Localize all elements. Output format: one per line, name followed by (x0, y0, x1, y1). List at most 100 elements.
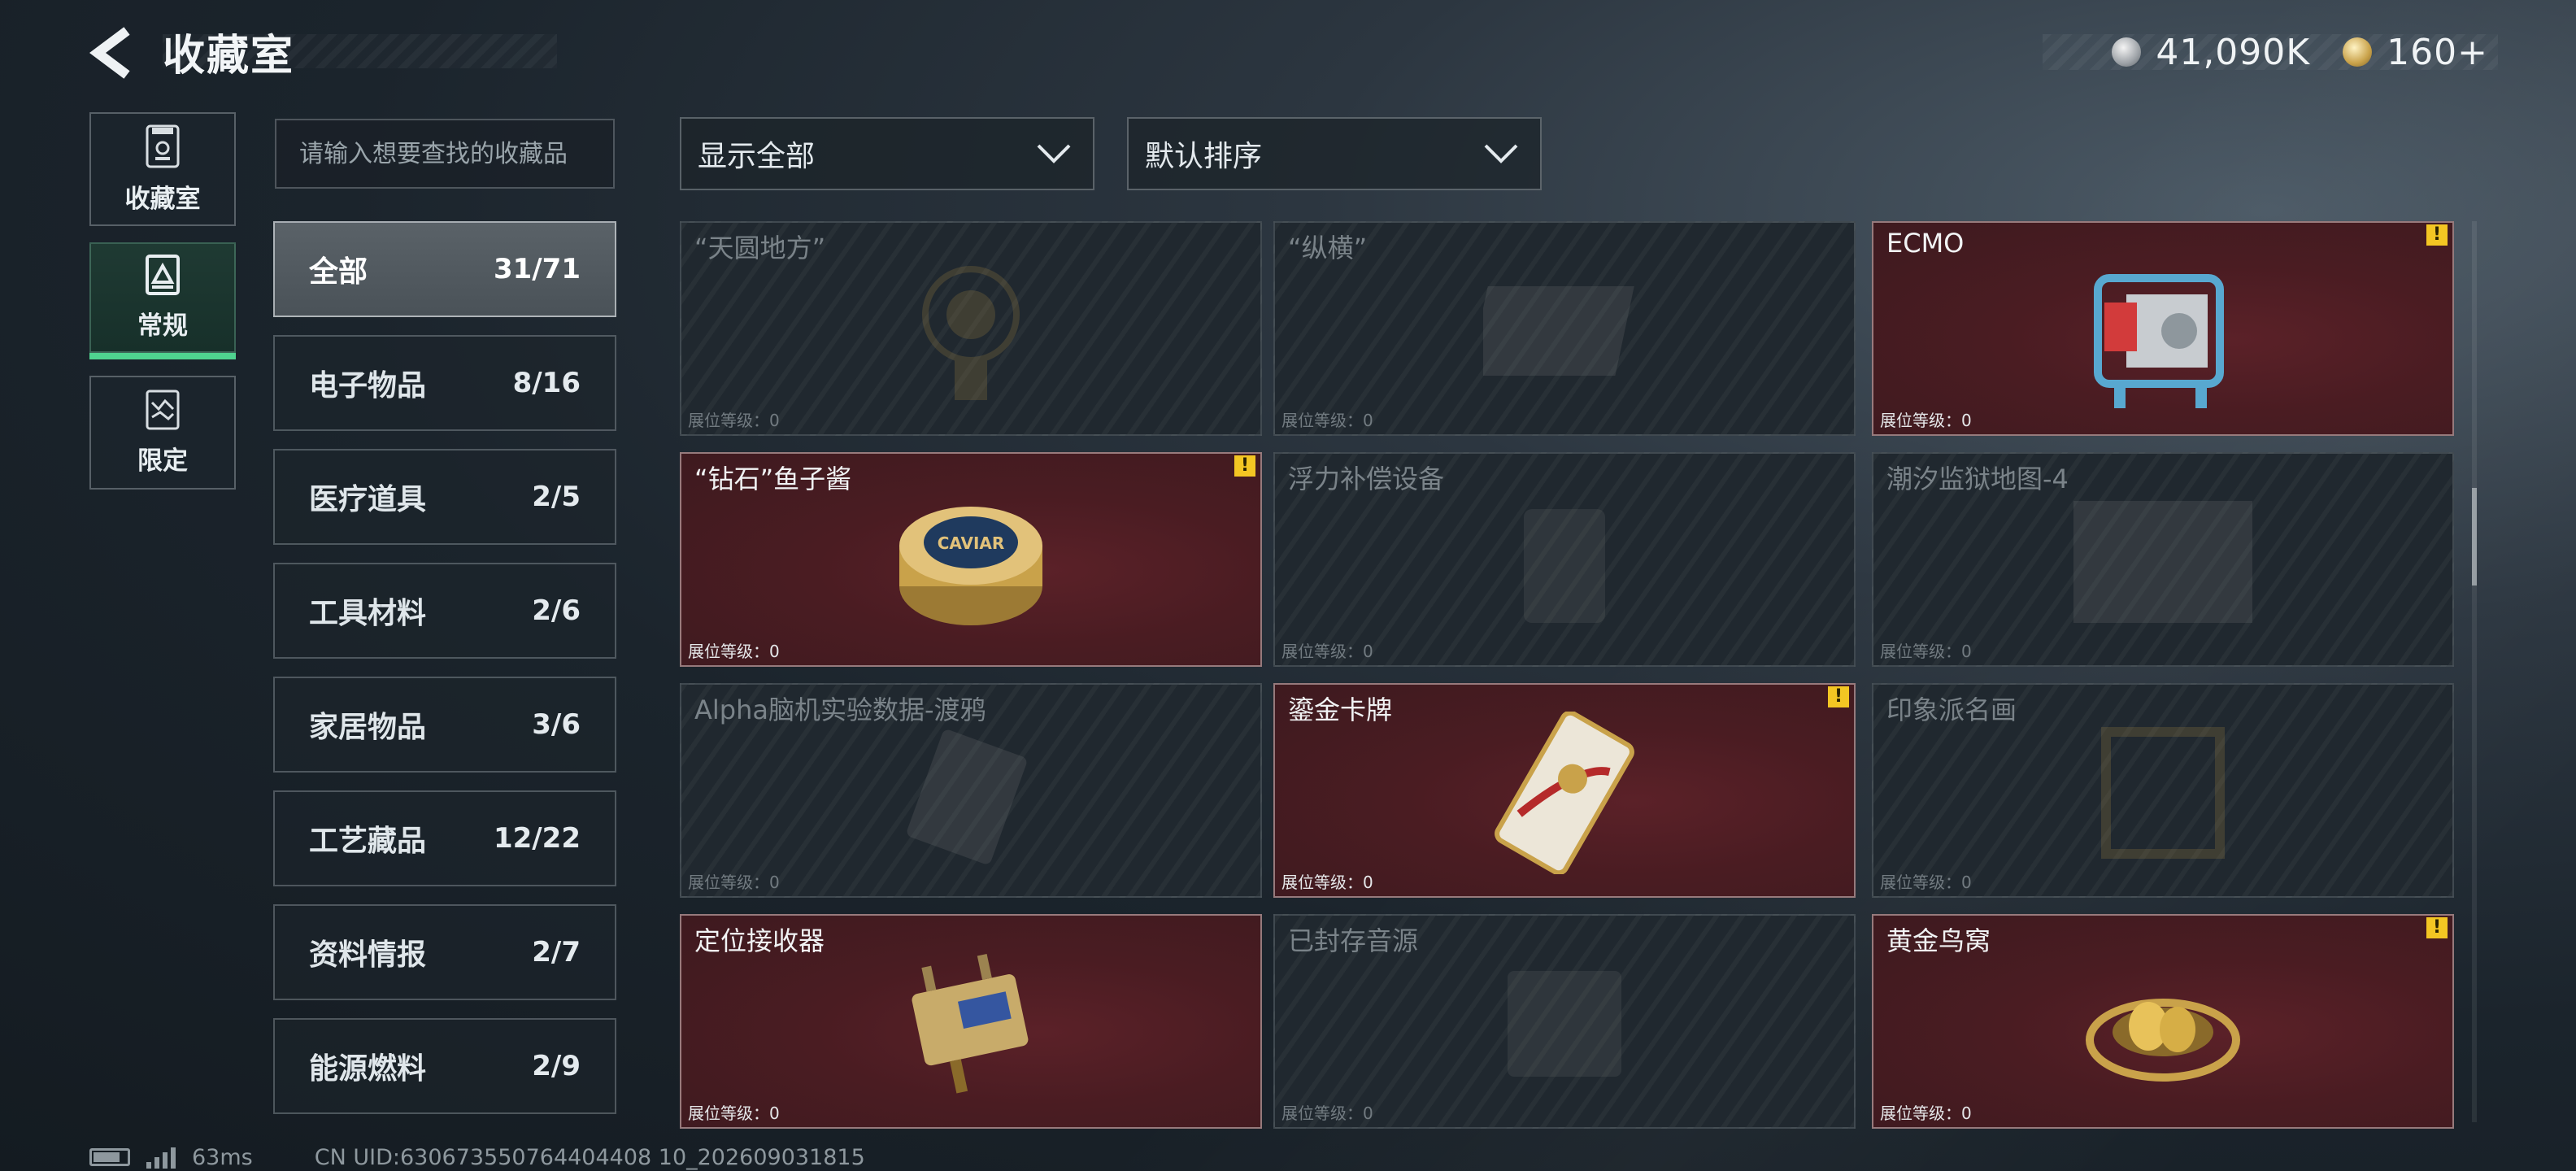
collection-item-card[interactable]: 印象派名画展位等级：0 (1872, 683, 2454, 898)
side-nav-label: 常规 (137, 311, 188, 341)
category-name: 能源燃料 (309, 1052, 427, 1086)
alert-badge-icon: ! (2426, 917, 2448, 938)
category-count: 3/6 (532, 708, 581, 741)
item-name: Alpha脑机实验数据-渡鸦 (694, 694, 986, 725)
category-name: 医疗道具 (309, 483, 427, 516)
collection-item-card[interactable]: 潮汐监狱地图-4 展位等级：0 (1872, 452, 2454, 667)
search-input[interactable] (275, 119, 615, 189)
category-count: 2/6 (532, 594, 581, 627)
item-display-level: 展位等级：0 (1281, 411, 1373, 430)
item-name: 印象派名画 (1886, 694, 2017, 725)
item-name: ECMO (1886, 228, 1965, 259)
side-nav-collection-room[interactable]: 收藏室 (89, 112, 236, 226)
item-name: 定位接收器 (694, 925, 825, 956)
category-household[interactable]: 家居物品 3/6 (273, 677, 616, 773)
item-display-level: 展位等级：0 (688, 411, 780, 430)
regular-card-icon (146, 254, 180, 295)
category-count: 31/71 (493, 253, 581, 285)
nest-item-image (2082, 955, 2244, 1096)
dropdown-value: 默认排序 (1145, 140, 1263, 173)
status-footer: 63ms CN UID:630673550764404408 10_202609… (89, 1143, 865, 1171)
ping-value: 63ms (192, 1144, 253, 1170)
category-medical[interactable]: 医疗道具 2/5 (273, 449, 616, 545)
scrollbar-track[interactable] (2472, 221, 2477, 1122)
item-name: “天圆地方” (694, 233, 826, 263)
board-item-image (1469, 270, 1646, 395)
chevron-down-icon (1037, 144, 1071, 163)
alert-badge-icon: ! (1234, 455, 1255, 477)
category-electronics[interactable]: 电子物品 8/16 (273, 335, 616, 431)
item-display-level: 展位等级：0 (1880, 411, 1972, 430)
category-count: 2/7 (532, 936, 581, 969)
category-crafts[interactable]: 工艺藏品 12/22 (273, 790, 616, 886)
item-name: 黄金鸟窝 (1886, 925, 1991, 956)
item-display-level: 展位等级：0 (1281, 642, 1373, 661)
category-count: 2/9 (532, 1050, 581, 1082)
collection-item-card[interactable]: 黄金鸟窝展位等级：0! (1872, 914, 2454, 1129)
category-name: 电子物品 (309, 369, 427, 403)
item-display-level: 展位等级：0 (688, 873, 780, 892)
category-name: 资料情报 (309, 938, 427, 972)
category-count: 8/16 (512, 367, 581, 399)
gold-currency-value: 160+ (2387, 31, 2488, 73)
drive-item-image (890, 716, 1052, 873)
gold-coin-icon (2343, 37, 2373, 67)
signal-icon (146, 1146, 176, 1169)
category-name: 家居物品 (309, 711, 427, 744)
page-title: 收藏室 (163, 32, 295, 81)
category-count: 2/5 (532, 481, 581, 513)
collection-item-card[interactable]: “天圆地方” 展位等级：0 (680, 221, 1262, 436)
side-nav-label: 收藏室 (124, 184, 201, 214)
dropdown-value: 显示全部 (698, 140, 816, 173)
caviar-item-image: CAVIAR (894, 489, 1048, 638)
category-name: 全部 (309, 255, 368, 289)
item-display-level: 展位等级：0 (1880, 642, 1972, 661)
frame-item-image (2090, 720, 2236, 869)
item-name: 浮力补偿设备 (1288, 464, 1445, 494)
collection-item-card[interactable]: Alpha脑机实验数据-渡鸦展位等级：0 (680, 683, 1262, 898)
item-name: 鎏金卡牌 (1288, 694, 1393, 725)
show-filter-dropdown[interactable]: 显示全部 (680, 117, 1094, 190)
silver-currency-value: 41,090K (2156, 31, 2311, 73)
item-name: “钻石”鱼子酱 (694, 464, 852, 494)
collection-item-card[interactable]: “纵横” 展位等级：0 (1273, 221, 1856, 436)
collection-room-icon (146, 124, 180, 168)
collection-item-card[interactable]: 已封存音源展位等级：0 (1273, 914, 1856, 1129)
back-arrow-icon[interactable] (88, 24, 137, 81)
item-display-level: 展位等级：0 (1880, 1104, 1972, 1123)
category-intel[interactable]: 资料情报 2/7 (273, 904, 616, 1000)
category-all[interactable]: 全部 31/71 (273, 221, 616, 317)
map-item-image (2065, 493, 2261, 634)
ecmo-item-image (2082, 246, 2244, 420)
collection-item-card[interactable]: 浮力补偿设备展位等级：0 (1273, 452, 1856, 667)
item-display-level: 展位等级：0 (1880, 873, 1972, 892)
side-nav-limited[interactable]: 限定 (89, 376, 236, 490)
scrollbar-thumb[interactable] (2472, 488, 2477, 586)
limited-card-icon (146, 390, 180, 429)
collection-item-card[interactable]: 鎏金卡牌展位等级：0! (1273, 683, 1856, 898)
card-item-image (1491, 710, 1638, 877)
item-display-level: 展位等级：0 (1281, 873, 1373, 892)
collection-item-card[interactable]: ECMO 展位等级：0! (1872, 221, 2454, 436)
side-nav-regular[interactable]: 常规 (89, 242, 236, 359)
alert-badge-icon: ! (2426, 224, 2448, 246)
category-name: 工具材料 (309, 597, 427, 630)
item-name: 已封存音源 (1288, 925, 1419, 956)
collection-item-card[interactable]: CAVIAR “钻石”鱼子酱 展位等级：0! (680, 452, 1262, 667)
alert-badge-icon: ! (1828, 686, 1849, 707)
side-nav-label: 限定 (137, 446, 188, 476)
category-energy[interactable]: 能源燃料 2/9 (273, 1018, 616, 1114)
category-tools[interactable]: 工具材料 2/6 (273, 563, 616, 659)
currency-bar: 41,090K 160+ (2043, 31, 2498, 73)
item-name: 潮汐监狱地图-4 (1886, 464, 2069, 494)
battery-icon (89, 1148, 130, 1166)
category-count: 12/22 (493, 822, 581, 855)
category-name: 工艺藏品 (309, 825, 427, 858)
uid-text: CN UID:630673550764404408 10_20260903181… (314, 1144, 865, 1170)
sort-dropdown[interactable]: 默认排序 (1127, 117, 1542, 190)
collection-item-card[interactable]: 定位接收器 展位等级：0 (680, 914, 1262, 1129)
receiver-item-image (894, 942, 1048, 1108)
silver-coin-icon (2112, 37, 2142, 67)
item-display-level: 展位等级：0 (1281, 1104, 1373, 1123)
globe-item-image (910, 254, 1032, 411)
